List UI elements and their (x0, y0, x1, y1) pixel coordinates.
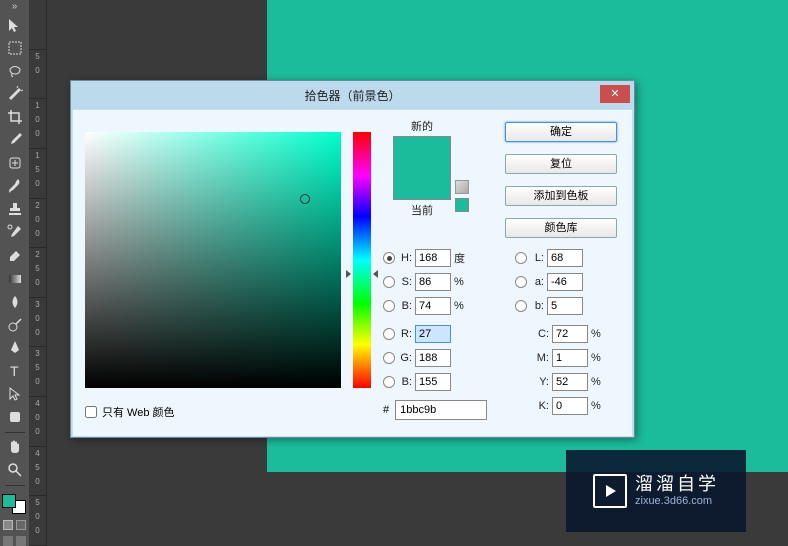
color-picker-dialog: 拾色器（前景色） ✕ 新的 当前 确定 复位 添加到色板 颜色库 H (70, 80, 635, 438)
l-label: L: (530, 252, 544, 264)
b-radio[interactable] (515, 300, 527, 312)
hue-input[interactable] (415, 249, 451, 267)
a-label: a: (530, 276, 544, 288)
gradient-tool[interactable] (3, 268, 27, 289)
crop-tool[interactable] (3, 106, 27, 127)
dialog-titlebar[interactable]: 拾色器（前景色） ✕ (71, 81, 634, 109)
current-label: 当前 (383, 202, 461, 218)
color-library-button[interactable]: 颜色库 (505, 218, 617, 238)
web-only-label: 只有 Web 颜色 (102, 404, 175, 420)
hue-label: H: (398, 252, 412, 264)
screenmode-toggle[interactable] (3, 536, 26, 546)
foreground-swatch[interactable] (2, 494, 16, 508)
reset-button[interactable]: 复位 (505, 154, 617, 174)
r-label: R: (398, 328, 412, 340)
dodge-tool[interactable] (3, 314, 27, 335)
a-radio[interactable] (515, 276, 527, 288)
gamut-warning-icon[interactable] (455, 180, 469, 194)
close-button[interactable]: ✕ (600, 85, 630, 103)
move-tool[interactable] (3, 14, 27, 35)
hue-slider[interactable] (353, 132, 371, 388)
new-current-swatch[interactable] (393, 136, 451, 200)
hex-label: # (383, 404, 389, 416)
sat-input[interactable] (415, 273, 451, 291)
bri-label: B: (398, 300, 412, 312)
a-input[interactable] (547, 273, 583, 291)
sat-label: S: (398, 276, 412, 288)
bri-input[interactable] (415, 297, 451, 315)
color-indicator (300, 194, 310, 204)
heal-tool[interactable] (3, 153, 27, 174)
m-input[interactable] (552, 349, 588, 367)
k-input[interactable] (552, 397, 588, 415)
add-swatch-button[interactable]: 添加到色板 (505, 186, 617, 206)
hue-radio[interactable] (383, 252, 395, 264)
current-color-preview (394, 168, 450, 199)
blur-tool[interactable] (3, 291, 27, 312)
type-tool[interactable]: T (3, 360, 27, 381)
web-only-checkbox[interactable] (85, 406, 97, 418)
bl-radio[interactable] (383, 376, 395, 388)
m-label: M: (535, 352, 549, 364)
watermark: 溜溜自学 zixue.3d66.com (566, 450, 746, 532)
r-input[interactable] (415, 325, 451, 343)
l-radio[interactable] (515, 252, 527, 264)
ok-button[interactable]: 确定 (505, 122, 617, 142)
tools-panel: » T (0, 0, 29, 546)
eyedropper-tool[interactable] (3, 129, 27, 150)
y-input[interactable] (552, 373, 588, 391)
new-label: 新的 (383, 118, 461, 134)
zoom-tool[interactable] (3, 460, 27, 481)
play-icon (593, 474, 627, 508)
dialog-title: 拾色器（前景色） (304, 87, 400, 104)
shape-tool[interactable] (3, 407, 27, 428)
r-radio[interactable] (383, 328, 395, 340)
hex-input[interactable] (395, 400, 487, 420)
path-select-tool[interactable] (3, 384, 27, 405)
bl-input[interactable] (415, 373, 451, 391)
k-label: K: (535, 400, 549, 412)
g-radio[interactable] (383, 352, 395, 364)
svg-text:T: T (10, 363, 19, 379)
vertical-ruler: 5 0 1 0 0 1 5 0 2 0 0 2 5 0 3 0 0 3 5 0 … (29, 0, 47, 546)
wand-tool[interactable] (3, 83, 27, 104)
hand-tool[interactable] (3, 437, 27, 458)
collapse-icon[interactable]: » (2, 2, 28, 12)
sat-radio[interactable] (383, 276, 395, 288)
g-label: G: (398, 352, 412, 364)
saturation-brightness-field[interactable] (85, 132, 341, 388)
color-swatches[interactable] (2, 494, 28, 514)
quickmask-toggle[interactable] (3, 520, 26, 530)
watermark-title: 溜溜自学 (635, 474, 719, 496)
lasso-tool[interactable] (3, 60, 27, 81)
b-input[interactable] (547, 297, 583, 315)
history-brush-tool[interactable] (3, 222, 27, 243)
brush-tool[interactable] (3, 176, 27, 197)
bri-radio[interactable] (383, 300, 395, 312)
eraser-tool[interactable] (3, 245, 27, 266)
c-label: C: (535, 328, 549, 340)
y-label: Y: (535, 376, 549, 388)
g-input[interactable] (415, 349, 451, 367)
watermark-url: zixue.3d66.com (635, 495, 719, 508)
marquee-tool[interactable] (3, 37, 27, 58)
stamp-tool[interactable] (3, 199, 27, 220)
l-input[interactable] (547, 249, 583, 267)
pen-tool[interactable] (3, 337, 27, 358)
bl-label: B: (398, 376, 412, 388)
b-label: b: (530, 300, 544, 312)
websafe-swatch[interactable] (455, 198, 469, 212)
c-input[interactable] (552, 325, 588, 343)
new-color-preview (394, 137, 450, 168)
